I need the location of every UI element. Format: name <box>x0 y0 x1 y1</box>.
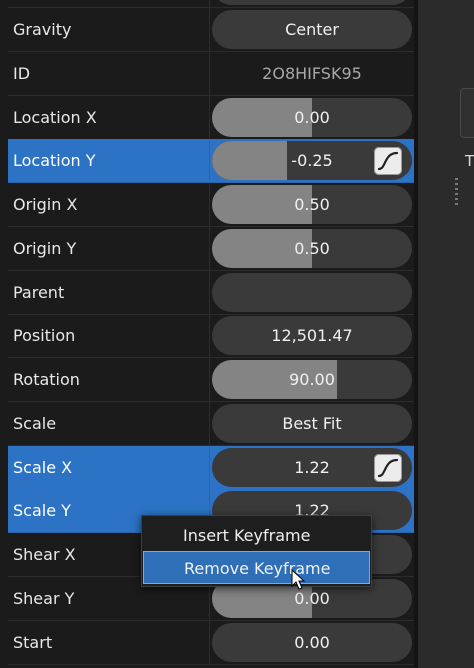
property-label: Rotation <box>13 370 80 389</box>
column-separator <box>209 314 210 358</box>
column-separator <box>209 445 210 489</box>
value-slider[interactable]: 90.00 <box>212 360 412 399</box>
property-value-text <box>212 273 412 312</box>
property-row-parent[interactable]: Parent <box>8 270 414 315</box>
value-slider[interactable]: 0.50 <box>212 185 412 224</box>
property-value[interactable]: 0.00 <box>212 622 412 662</box>
property-label: Shear Y <box>13 588 75 608</box>
property-label: Location X <box>13 107 97 127</box>
column-separator <box>209 8 210 51</box>
property-value-text: 0.00 <box>294 632 330 652</box>
resize-grip[interactable] <box>455 178 458 206</box>
property-value-text: 12,501.47 <box>271 326 353 346</box>
property-row-position[interactable]: Position 12,501.47 <box>8 314 414 359</box>
right-panel-label: T <box>465 152 474 170</box>
remove-keyframe-menu-item[interactable]: Remove Keyframe <box>143 551 370 584</box>
property-label: Location Y <box>13 151 96 171</box>
property-row-scale[interactable]: Scale Best Fit <box>8 401 414 446</box>
value-slider[interactable]: -0.25 <box>212 141 412 181</box>
property-value-text: 0.00 <box>294 107 330 127</box>
property-value-text: Center <box>285 20 339 39</box>
property-value[interactable]: 12,501.47 <box>212 316 412 356</box>
insert-keyframe-menu-item[interactable]: Insert Keyframe <box>143 519 370 552</box>
property-row-location-y[interactable]: Location Y -0.25 <box>8 139 414 184</box>
property-label: Origin Y <box>13 238 77 258</box>
column-separator <box>209 139 210 183</box>
property-row-gravity[interactable]: Gravity Center <box>8 8 414 52</box>
property-value[interactable]: Best Fit <box>212 403 412 443</box>
column-separator <box>209 226 210 270</box>
property-value-text: 2O8HIFSK95 <box>262 63 362 83</box>
column-separator <box>209 270 210 314</box>
property-label: Scale <box>13 413 57 433</box>
property-value[interactable] <box>212 272 412 312</box>
property-label: Position <box>13 326 76 346</box>
mouse-cursor-icon <box>291 569 306 590</box>
property-row-start[interactable]: Start 0.00 <box>8 620 414 665</box>
property-label: Shear X <box>13 545 76 564</box>
right-panel: T <box>418 0 474 668</box>
keyframe-curve-icon[interactable] <box>374 147 402 176</box>
property-value-text: 90.00 <box>289 370 335 389</box>
property-value-text: Best Fit <box>282 413 342 433</box>
property-label: Origin X <box>13 195 78 214</box>
value-slider[interactable]: 0.50 <box>212 228 412 268</box>
column-separator <box>209 620 210 664</box>
column-separator <box>209 0 210 7</box>
context-menu: Insert Keyframe Remove Keyframe <box>141 515 372 587</box>
property-value[interactable] <box>212 0 412 5</box>
property-label: Scale Y <box>13 501 71 521</box>
value-slider[interactable]: 0.00 <box>212 97 412 137</box>
property-label: Parent <box>13 282 65 302</box>
property-row-location-x[interactable]: Location X 0.00 <box>8 95 414 140</box>
right-panel-tab[interactable] <box>460 88 474 138</box>
property-value-text: 0.50 <box>294 238 330 258</box>
property-row-origin-x[interactable]: Origin X 0.50 <box>8 183 414 227</box>
column-separator <box>209 95 210 139</box>
top-partial-row <box>8 0 414 8</box>
property-row-id[interactable]: ID 2O8HIFSK95 <box>8 51 414 96</box>
column-separator <box>209 401 210 445</box>
property-row-origin-y[interactable]: Origin Y 0.50 <box>8 226 414 271</box>
column-separator <box>209 183 210 226</box>
property-row-scale-x[interactable]: Scale X 1.22 <box>8 445 414 490</box>
column-separator <box>209 51 210 95</box>
property-label: Gravity <box>13 20 72 39</box>
property-label: ID <box>13 63 31 83</box>
column-separator <box>209 358 210 401</box>
property-value[interactable]: 1.22 <box>212 447 412 487</box>
property-label: Scale X <box>13 457 73 477</box>
property-label: Start <box>13 632 53 652</box>
property-value-text: 0.50 <box>294 195 330 214</box>
property-value[interactable]: Center <box>212 10 412 49</box>
keyframe-curve-icon[interactable] <box>374 453 402 482</box>
property-value: 2O8HIFSK95 <box>212 54 412 93</box>
property-row-rotation[interactable]: Rotation 90.00 <box>8 358 414 402</box>
